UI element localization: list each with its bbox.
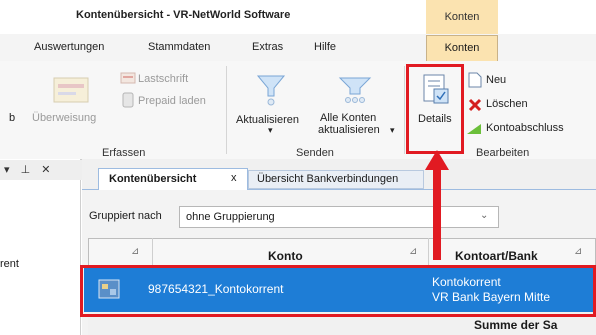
left-pane (0, 159, 81, 335)
filter-icon (256, 75, 286, 106)
filter-icon[interactable]: ⊿ (409, 246, 417, 257)
ribbon-separator (404, 66, 405, 154)
kontoabschluss-button[interactable]: Kontoabschluss (466, 120, 586, 138)
chevron-down-icon: ⌄ (480, 210, 489, 221)
menu-extras[interactable]: Extras (252, 41, 283, 53)
group-label-senden: Senden (296, 147, 334, 159)
dropdown-arrow-icon: ▾ (390, 125, 395, 135)
group-label-erfassen: Erfassen (102, 147, 146, 159)
arrow-annotation-icon (425, 150, 449, 260)
tab-close-icon[interactable]: x (231, 172, 237, 184)
loeschen-button[interactable]: Löschen (466, 96, 546, 114)
neu-label: Neu (486, 74, 507, 86)
kontoabschluss-label: Kontoabschluss (486, 122, 564, 134)
lastschrift-label: Lastschrift (138, 73, 189, 85)
filter-icon[interactable]: ⊿ (574, 246, 582, 257)
alle-konten-label-2: aktualisieren (318, 124, 380, 136)
filter-icon[interactable]: ⊿ (131, 246, 139, 257)
lastschrift-icon (120, 72, 136, 84)
tab-label: Übersicht Bankverbindungen (257, 173, 399, 185)
prepaid-label: Prepaid laden (138, 95, 206, 107)
pane-controls[interactable]: ▾ ⊥ ✕ (4, 163, 80, 183)
grouping-label: Gruppiert nach (89, 210, 162, 222)
phone-icon (122, 92, 134, 108)
delete-icon (468, 98, 482, 112)
new-document-icon (468, 72, 482, 88)
tab-kontenuebersicht[interactable]: Kontenübersicht x (98, 168, 248, 190)
partial-ribbon-label: b (9, 112, 16, 124)
prepaid-laden-button[interactable]: Prepaid laden (120, 92, 220, 110)
window-title: Kontenübersicht - VR-NetWorld Software (76, 9, 291, 21)
multi-filter-icon (338, 77, 372, 103)
ribbon-separator (226, 66, 227, 154)
ueberweisung-icon (53, 77, 89, 103)
grouping-select[interactable]: ohne Gruppierung ⌄ (179, 206, 499, 228)
summary-label: Summe der Sa (474, 318, 558, 332)
ueberweisung-button[interactable]: Überweisung (30, 66, 112, 128)
menu-konten[interactable]: Konten (426, 35, 498, 61)
context-tab-header: Konten (426, 0, 498, 34)
neu-button[interactable]: Neu (466, 72, 546, 90)
column-separator (152, 238, 153, 266)
left-pane-item[interactable]: rent (0, 258, 19, 270)
menu-hilfe[interactable]: Hilfe (314, 41, 336, 53)
grouping-value: ohne Gruppierung (186, 211, 275, 223)
group-label-bearbeiten: Bearbeiten (476, 147, 530, 159)
loeschen-label: Löschen (486, 98, 528, 110)
column-header-kontoart-bank[interactable]: Kontoart/Bank (455, 249, 538, 263)
highlight-box-details (406, 64, 464, 154)
alle-konten-label-1: Alle Konten (320, 112, 377, 124)
aktualisieren-button[interactable]: Aktualisieren ▾ (232, 66, 312, 142)
alle-konten-aktualisieren-button[interactable]: Alle Konten aktualisieren ▾ (312, 66, 402, 142)
column-header-konto[interactable]: Konto (268, 249, 303, 263)
lastschrift-button[interactable]: Lastschrift (120, 70, 220, 88)
menu-stammdaten[interactable]: Stammdaten (148, 41, 210, 53)
dropdown-arrow-icon: ▾ (268, 125, 273, 135)
ueberweisung-label: Überweisung (32, 112, 97, 124)
highlight-box-row (80, 265, 596, 317)
tab-label: Kontenübersicht (109, 173, 197, 185)
menu-auswertungen[interactable]: Auswertungen (34, 41, 104, 53)
tab-uebersicht-bankverbindungen[interactable]: Übersicht Bankverbindungen (248, 170, 424, 189)
kontoabschluss-icon (467, 124, 481, 134)
